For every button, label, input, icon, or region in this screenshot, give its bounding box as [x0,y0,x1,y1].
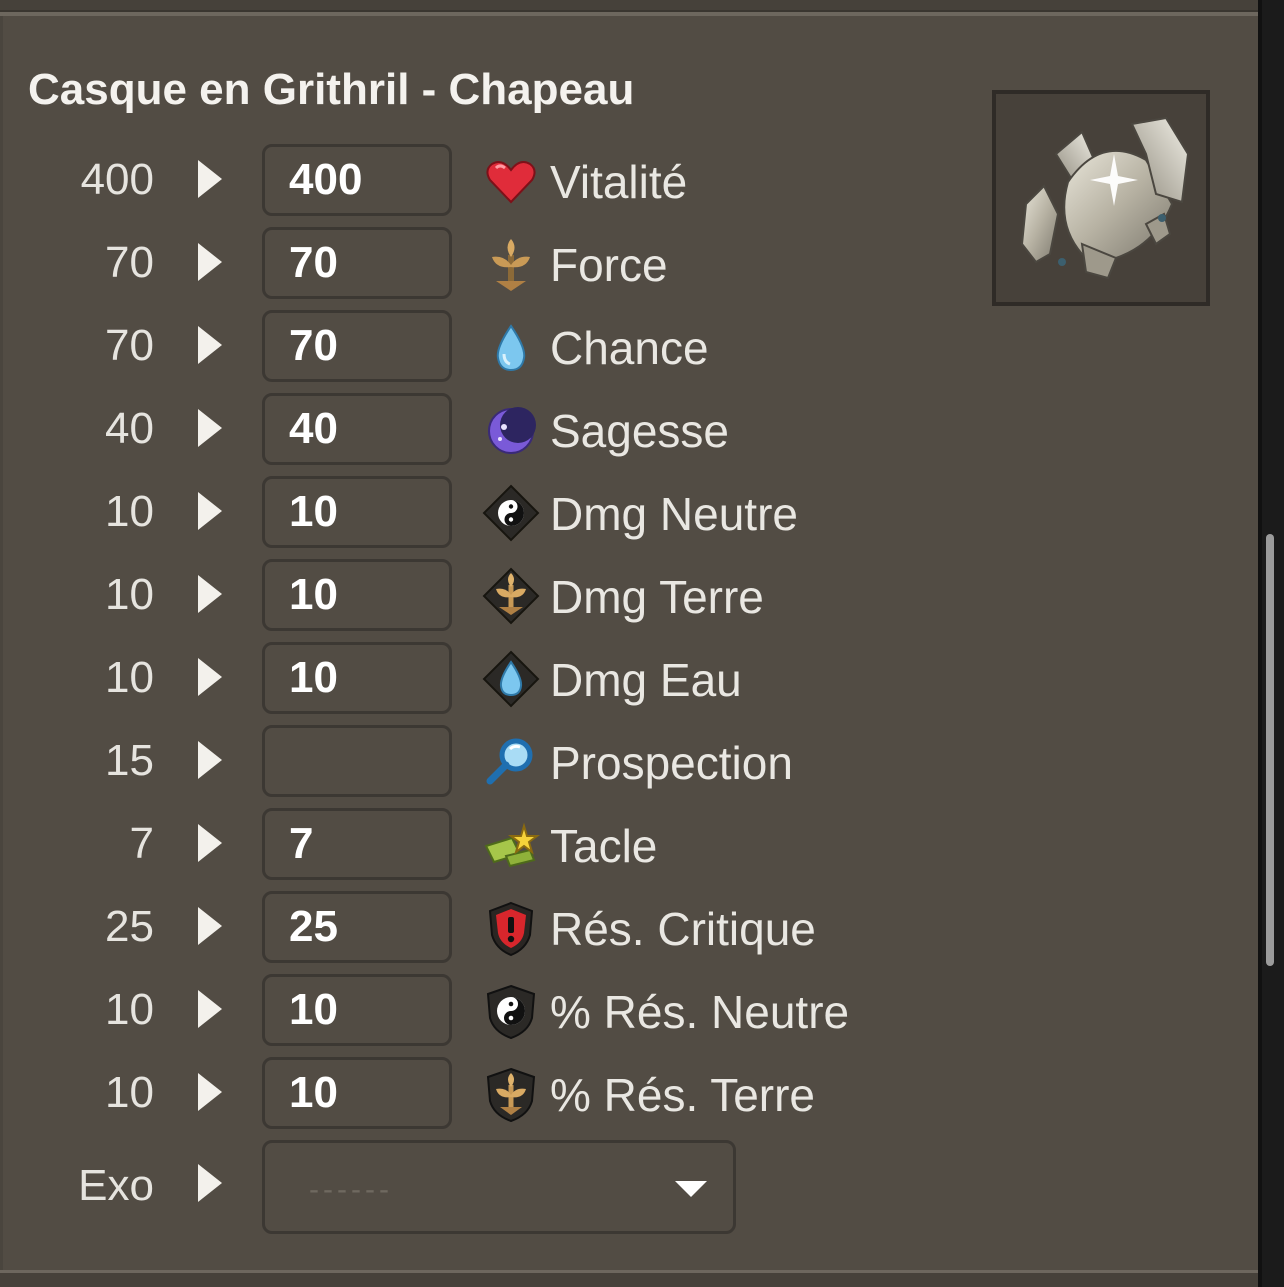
item-title: Casque en Grithril - Chapeau [28,65,635,114]
tackle-icon [484,822,540,868]
earth-diamond-icon [482,567,540,625]
stat-label: Force [550,239,668,291]
water-drop-icon [496,324,526,372]
stat-row-res-terre: 10 % Rés. Terre [0,1057,900,1129]
stat-label: Vitalité [550,156,688,208]
moon-icon [488,407,536,454]
transfer-arrow-icon[interactable] [198,243,222,281]
stat-label: Dmg Eau [550,654,742,706]
stat-input-dmg-neutre[interactable] [262,476,452,548]
transfer-arrow-icon[interactable] [198,409,222,447]
stat-row-dmg-terre: 10 Dmg Terre [0,559,900,631]
stat-row-res-neutre: 10 % Rés. Neutre [0,974,900,1046]
stat-base-value: 10 [105,985,154,1034]
transfer-arrow-icon[interactable] [198,326,222,364]
stat-row-force: 70 Force [0,227,900,299]
exo-select-value: ------ [309,1173,393,1206]
earth-shield-icon [486,1067,536,1123]
stat-base-value: 15 [105,736,154,785]
stat-label: % Rés. Neutre [550,986,850,1038]
stat-input-sagesse[interactable] [262,393,452,465]
helmet-icon [1020,116,1190,280]
transfer-arrow-icon[interactable] [198,824,222,862]
stat-base-value: 10 [105,653,154,702]
stat-base-value: 70 [105,238,154,287]
stat-input-res-critique[interactable] [262,891,452,963]
stat-input-dmg-eau[interactable] [262,642,452,714]
stat-row-chance: 70 Chance [0,310,900,382]
stat-base-value: 7 [129,819,154,868]
stat-base-value: 10 [105,1068,154,1117]
stat-input-res-terre[interactable] [262,1057,452,1129]
stat-label: Rés. Critique [550,903,816,955]
transfer-arrow-icon[interactable] [198,1164,222,1202]
stat-row-tacle: 7 Tacle [0,808,900,880]
water-diamond-icon [482,650,540,708]
stat-row-sagesse: 40 Sagesse [0,393,900,465]
stat-label: % Rés. Terre [550,1069,816,1121]
transfer-arrow-icon[interactable] [198,658,222,696]
stat-base-value: 25 [105,902,154,951]
transfer-arrow-icon[interactable] [198,990,222,1028]
magnifier-icon [486,738,533,785]
heart-icon [486,161,536,204]
transfer-arrow-icon[interactable] [198,1073,222,1111]
stat-row-dmg-neutre: 10 Dmg Neutre [0,476,900,548]
transfer-arrow-icon[interactable] [198,741,222,779]
stat-label: Tacle [550,820,658,872]
yin-yang-shield-icon [486,984,536,1040]
stat-base-value: 70 [105,321,154,370]
transfer-arrow-icon[interactable] [198,160,222,198]
transfer-arrow-icon[interactable] [198,575,222,613]
stat-input-vitalite[interactable] [262,144,452,216]
transfer-arrow-icon[interactable] [198,907,222,945]
stat-label: Prospection [550,737,793,789]
top-panel-border [0,0,1258,16]
stat-label: Dmg Neutre [550,488,798,540]
stat-input-force[interactable] [262,227,452,299]
stat-row-dmg-eau: 10 Dmg Eau [0,642,900,714]
stat-base-value: 10 [105,570,154,619]
stat-input-res-neutre[interactable] [262,974,452,1046]
transfer-arrow-icon[interactable] [198,492,222,530]
stat-base-value: 10 [105,487,154,536]
yin-yang-diamond-icon [482,484,540,542]
stat-input-prospection[interactable] [262,725,452,797]
stat-label: Dmg Terre [550,571,764,623]
item-image [992,90,1210,306]
scrollbar-thumb[interactable] [1266,534,1274,966]
stat-base-value: 400 [80,155,154,204]
exo-select[interactable]: ------ [262,1140,736,1234]
stat-label: Chance [550,322,709,374]
stat-input-dmg-terre[interactable] [262,559,452,631]
stat-row-prospection: 15 Prospection [0,725,900,797]
stat-input-chance[interactable] [262,310,452,382]
stat-row-res-critique: 25 Rés. Critique [0,891,900,963]
stat-row-vitalite: 400 Vitalité [0,144,900,216]
chevron-down-icon [675,1181,707,1197]
stat-input-tacle[interactable] [262,808,452,880]
stat-base-value: 40 [105,404,154,453]
stat-label: Sagesse [550,405,730,457]
critical-shield-icon [488,901,534,957]
bottom-panel-border [0,1270,1258,1287]
earth-sprout-icon [492,239,530,291]
exo-label: Exo [78,1161,154,1210]
